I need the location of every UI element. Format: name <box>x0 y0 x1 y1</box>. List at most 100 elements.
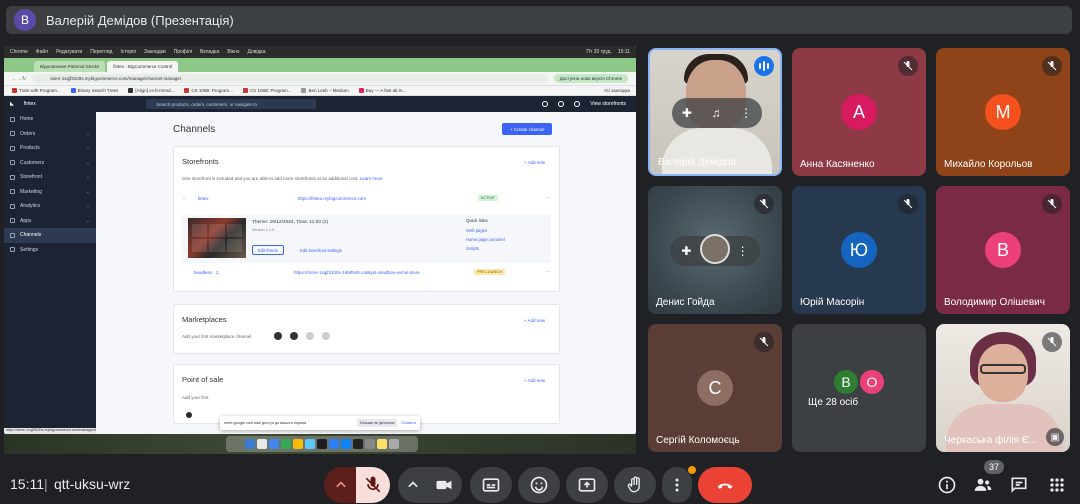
participant-name: Черкаська філія Є... <box>944 435 1038 446</box>
mac-dock-area <box>4 434 636 454</box>
avatar: О <box>858 368 886 396</box>
bigcommerce-app: ◣ fintex Home Orders ⌄ Products ⌄ Customers ⌄ S… <box>4 96 636 434</box>
others-label: Ще 28 осіб <box>808 397 859 408</box>
browser-tab: Відновлення Paternal Stocks <box>34 61 106 72</box>
address-row: ←→↻ store-1xqjf3100s.mybigcommerce.com/m… <box>4 72 636 86</box>
mac-menu-item: Вкладка <box>200 49 220 55</box>
settings-icon <box>10 247 15 253</box>
camera-toggle-button[interactable] <box>426 467 462 503</box>
theme-thumbnail <box>188 218 246 258</box>
sidebar-item-label: Home <box>20 116 34 123</box>
activities-button[interactable] <box>1046 474 1068 496</box>
add-storefront: + Add new <box>523 160 545 165</box>
participant-name: Юрій Масорін <box>800 297 865 308</box>
apps-grid-icon <box>1050 478 1064 492</box>
chevron-down-icon: ⌄ <box>85 130 90 137</box>
emoji-icon <box>530 476 548 494</box>
others-tile[interactable]: В О Ще 28 осіб <box>792 324 926 452</box>
marketplace-icon <box>306 332 314 340</box>
sidebar-item-label: Settings <box>20 246 39 253</box>
chat-button[interactable] <box>1008 474 1030 496</box>
participant-tile[interactable]: Ю Юрій Масорін <box>792 186 926 314</box>
storefront-url: https://fintex.mybigcommerce.com <box>297 195 367 201</box>
sidebar-item-home: Home <box>4 112 96 127</box>
analytics-icon <box>10 203 15 209</box>
theme-version: Version 1.1.0 <box>252 228 275 232</box>
apps-icon <box>10 218 15 224</box>
scroll-indicator <box>186 412 192 418</box>
mic-off-icon <box>1042 56 1062 76</box>
marketplaces-card: Marketplaces + Add new Add your first ma… <box>173 304 560 354</box>
quick-link: Scripts <box>466 246 479 251</box>
speaking-indicator-icon <box>754 56 774 76</box>
more-vert-icon: ⋮ <box>740 106 753 120</box>
tile-controls[interactable]: ✚ ♫ ⋮ <box>672 98 762 128</box>
participant-tile[interactable]: В Володимир Олішевич <box>936 186 1070 314</box>
leave-call-button[interactable] <box>698 467 752 503</box>
others-avatars: В О <box>832 368 886 396</box>
mac-menu-item: Файл <box>35 49 49 55</box>
mic-toggle-button[interactable] <box>356 467 390 503</box>
browser-tab-active: fintex - BigCommerce Control <box>107 61 179 72</box>
participant-tile[interactable]: С Сергій Коломоєць <box>648 324 782 452</box>
edit-theme-button: Edit theme <box>252 245 285 255</box>
present-button[interactable] <box>566 467 608 503</box>
chevron-down-icon: ⌄ <box>85 145 90 152</box>
sidebar-item-channels: Channels <box>4 228 96 243</box>
bookmark: Train with Program... <box>12 88 61 93</box>
mac-dock <box>226 436 418 452</box>
sidebar-item-label: Apps <box>20 217 32 224</box>
mac-menu-bar: Chrome Файл Редагувати Перегляд Історія … <box>4 46 636 58</box>
theme-box: Theme: 16/12/2024, Time: 11:03 (2) Versi… <box>182 215 551 263</box>
mic-options-button[interactable] <box>324 467 358 503</box>
participant-tile[interactable]: ✚ ⋮ Денис Гойда <box>648 186 782 314</box>
channels-icon <box>10 232 15 238</box>
pin-icon: ✚ <box>681 106 692 120</box>
account-icon <box>574 101 581 107</box>
participant-name: Сергій Коломоєць <box>656 435 740 446</box>
pos-info: Add your first <box>182 395 209 400</box>
hide-button: Сховати <box>401 421 416 425</box>
participant-name: Анна Касяненко <box>800 159 875 170</box>
sidebar-item-label: Orders <box>20 130 36 137</box>
chevron-down-icon: ⌄ <box>85 159 90 166</box>
orders-icon <box>10 131 15 137</box>
sidebar-item-label: Storefront <box>20 174 42 181</box>
mac-menu-item: Профілі <box>173 49 193 55</box>
mac-menu-item: Закладки <box>143 49 166 55</box>
create-channel-button: + Create channel <box>502 123 553 135</box>
app-sidebar: ◣ fintex Home Orders ⌄ Products ⌄ Customers ⌄ S… <box>4 96 174 434</box>
participant-tile[interactable]: А Анна Касяненко <box>792 48 926 176</box>
raise-hand-button[interactable] <box>614 467 656 503</box>
more-icon: ⋯ <box>546 195 552 200</box>
storefronts-card: Storefronts + Add new One storefront is … <box>173 146 560 292</box>
update-pill: Доступна нова версія Chrome <box>553 74 628 83</box>
avatar <box>700 234 730 264</box>
shared-screen: Chrome Файл Редагувати Перегляд Історія … <box>4 46 636 434</box>
camera-options-button[interactable] <box>398 467 428 503</box>
mic-off-icon <box>1042 332 1062 352</box>
mac-menu-item: Довідка <box>247 49 266 55</box>
mic-off-icon <box>754 332 774 352</box>
participant-name: Денис Гойда <box>656 297 715 308</box>
mac-menu-item: Редагувати <box>56 49 83 55</box>
sidebar-item-storefront: Storefront ⌄ <box>4 170 96 185</box>
people-button[interactable] <box>972 474 994 496</box>
meeting-code: qtt-uksu-wrz <box>54 476 131 492</box>
mic-icon: ♫ <box>711 106 721 120</box>
participant-tile[interactable]: ✚ ♫ ⋮ Валерій Демідов <box>648 48 782 176</box>
edit-storefront-settings: Edit storefront settings <box>300 248 342 253</box>
mac-menu-item: Перегляд <box>90 49 113 55</box>
info-button[interactable] <box>936 474 958 496</box>
captions-button[interactable] <box>470 467 512 503</box>
participant-name: Михайло Корольов <box>944 159 1033 170</box>
more-options-button[interactable] <box>662 467 692 503</box>
emoji-button[interactable] <box>518 467 560 503</box>
mac-menu-item: Вікно <box>227 49 240 55</box>
customers-icon <box>10 160 15 166</box>
mic-off-icon <box>898 194 918 214</box>
participant-tile[interactable]: ▣ Черкаська філія Є... <box>936 324 1070 452</box>
mic-off-icon <box>754 194 774 214</box>
pos-card: Point of sale + Add new Add your first <box>173 364 560 424</box>
participant-tile[interactable]: М Михайло Корольов <box>936 48 1070 176</box>
